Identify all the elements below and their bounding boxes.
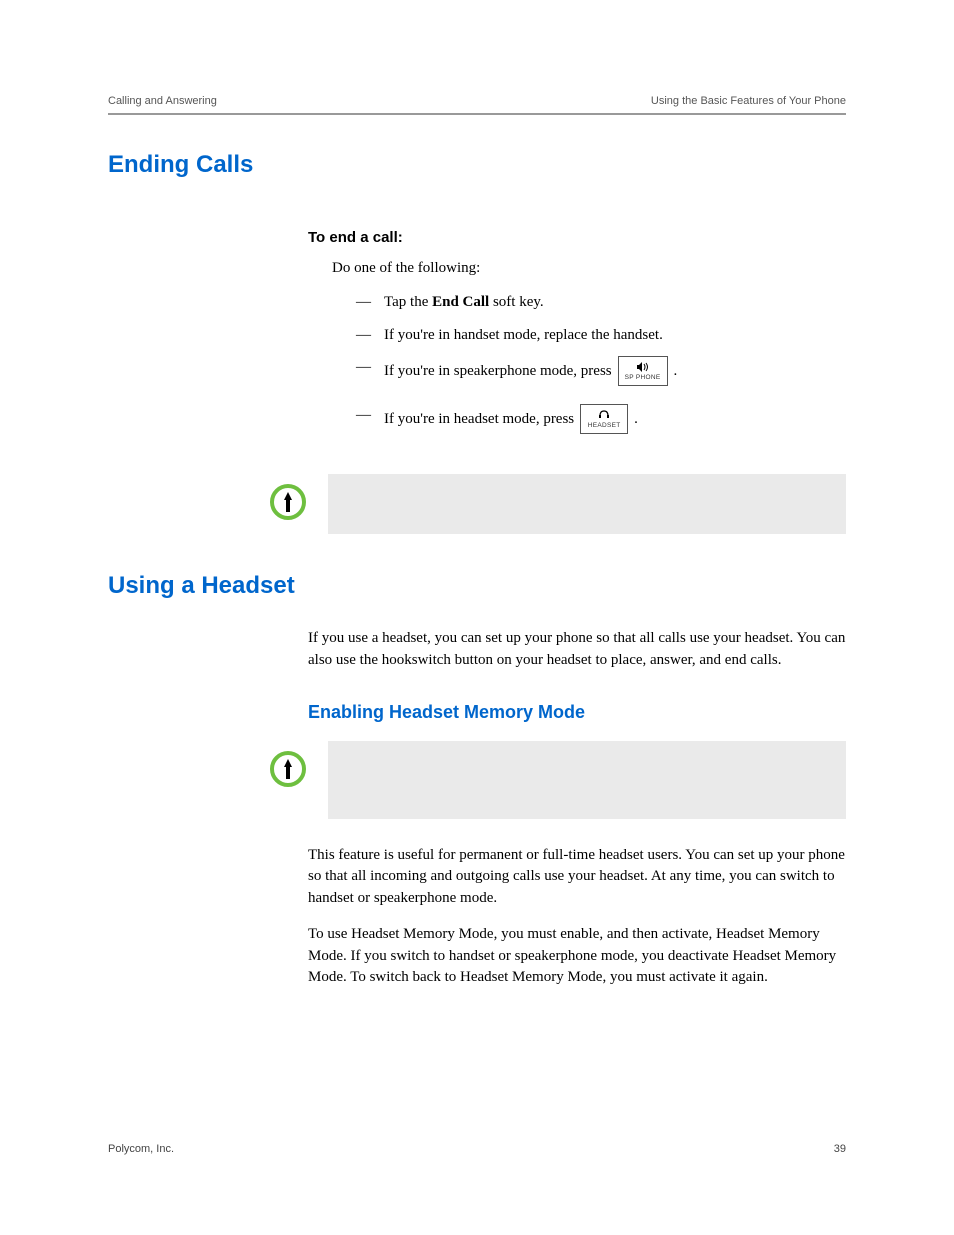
intro-paragraph: If you use a headset, you can set up you… bbox=[308, 628, 846, 672]
tip-icon bbox=[268, 749, 308, 789]
li-text-post: . bbox=[674, 360, 678, 383]
heading-using-headset: Using a Headset bbox=[108, 572, 846, 600]
tip-icon bbox=[268, 482, 308, 522]
li-text-pre: If you're in headset mode, press bbox=[384, 408, 574, 431]
lead-text: Do one of the following: bbox=[332, 258, 846, 279]
sp-phone-key: SP PHONE bbox=[618, 356, 668, 386]
li-text-post: . bbox=[634, 408, 638, 431]
procedure-heading: To end a call: bbox=[308, 229, 846, 246]
running-footer: Polycom, Inc. 39 bbox=[108, 1143, 846, 1155]
list-item: If you're in headset mode, press HEADSET… bbox=[356, 404, 846, 434]
list-item: Tap the End Call soft key. bbox=[356, 291, 846, 314]
paragraph: This feature is useful for permanent or … bbox=[308, 845, 846, 910]
li-text-post: soft key. bbox=[489, 294, 543, 310]
li-text: If you're in handset mode, replace the h… bbox=[384, 327, 663, 343]
key-label: HEADSET bbox=[588, 423, 621, 430]
li-text-pre: Tap the bbox=[384, 294, 432, 310]
li-text-pre: If you're in speakerphone mode, press bbox=[384, 360, 612, 383]
note-block bbox=[108, 474, 846, 534]
headset-key: HEADSET bbox=[580, 404, 628, 434]
header-right: Using the Basic Features of Your Phone bbox=[651, 95, 846, 107]
li-text-bold: End Call bbox=[432, 294, 489, 310]
headset-icon bbox=[598, 410, 610, 423]
list-item: If you're in handset mode, replace the h… bbox=[356, 324, 846, 347]
list-item: If you're in speakerphone mode, press SP… bbox=[356, 356, 846, 386]
note-block bbox=[108, 741, 846, 819]
header-left: Calling and Answering bbox=[108, 95, 217, 107]
heading-ending-calls: Ending Calls bbox=[108, 151, 846, 179]
paragraph: To use Headset Memory Mode, you must ena… bbox=[308, 924, 846, 989]
key-label: SP PHONE bbox=[625, 375, 661, 382]
footer-left: Polycom, Inc. bbox=[108, 1143, 174, 1155]
speaker-icon bbox=[637, 362, 649, 375]
heading-headset-memory: Enabling Headset Memory Mode bbox=[308, 702, 846, 723]
running-header: Calling and Answering Using the Basic Fe… bbox=[108, 95, 846, 115]
footer-page-number: 39 bbox=[834, 1143, 846, 1155]
